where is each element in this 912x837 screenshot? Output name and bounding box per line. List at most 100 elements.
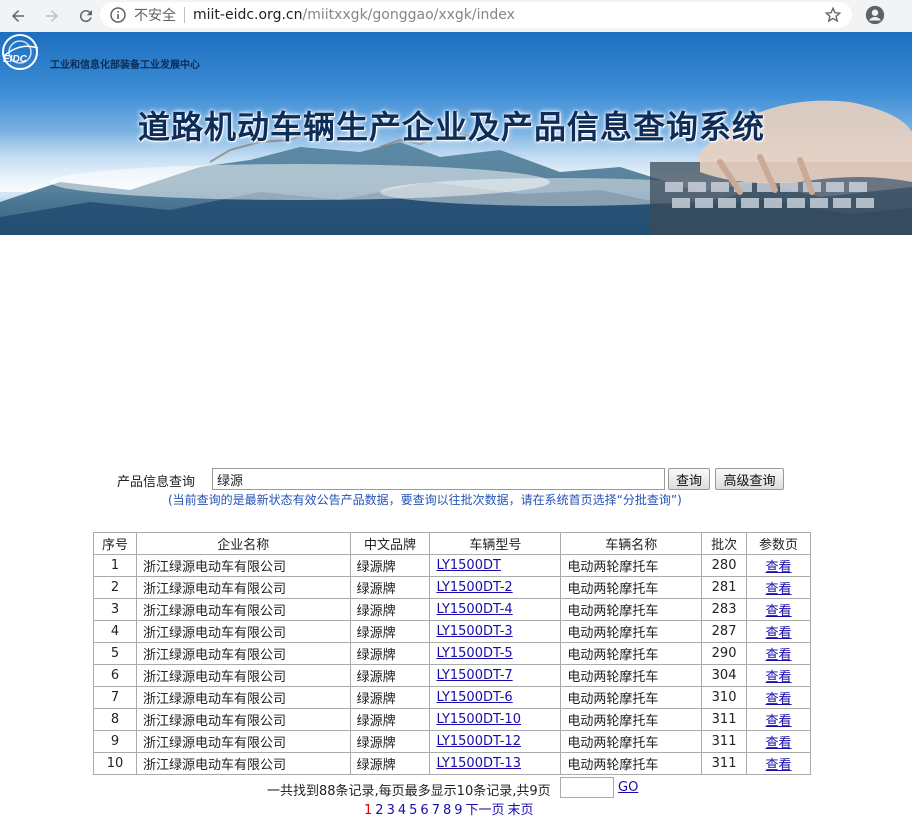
params-cell: 查看 (746, 686, 811, 709)
table-row: 3 浙江绿源电动车有限公司 绿源牌 LY1500DT-4 电动两轮摩托车 283 查看 (93, 598, 811, 621)
table-row: 9 浙江绿源电动车有限公司 绿源牌 LY1500DT-12 电动两轮摩托车 311 查看 (93, 730, 811, 753)
model-link[interactable]: LY1500DT-7 (436, 668, 512, 683)
model-link[interactable]: LY1500DT-10 (436, 712, 521, 727)
brand-cell: 绿源牌 (349, 708, 431, 731)
model-link[interactable]: LY1500DT-5 (436, 646, 512, 661)
row-index: 3 (93, 598, 137, 621)
view-params-link[interactable]: 查看 (766, 560, 792, 575)
header-brand: 中文品牌 (349, 532, 431, 555)
table-row: 7 浙江绿源电动车有限公司 绿源牌 LY1500DT-6 电动两轮摩托车 310 查看 (93, 686, 811, 709)
address-bar[interactable]: 不安全 miit-eidc.org.cn/miitxxgk/gonggao/xx… (100, 2, 852, 28)
model-cell: LY1500DT-7 (429, 664, 562, 687)
params-cell: 查看 (746, 576, 811, 599)
system-title: 道路机动车辆生产企业及产品信息查询系统 (138, 108, 766, 146)
brand-cell: 绿源牌 (349, 620, 431, 643)
model-link[interactable]: LY1500DT-13 (436, 756, 521, 771)
browser-toolbar: 不安全 miit-eidc.org.cn/miitxxgk/gonggao/xx… (0, 0, 912, 32)
search-input[interactable] (212, 468, 665, 490)
params-cell: 查看 (746, 708, 811, 731)
page-link-7[interactable]: 7 (432, 803, 440, 818)
view-params-link[interactable]: 查看 (766, 670, 792, 685)
page-link-2[interactable]: 2 (375, 803, 383, 818)
vehicle-name-cell: 电动两轮摩托车 (560, 752, 703, 775)
view-params-link[interactable]: 查看 (766, 736, 792, 751)
query-button[interactable]: 查询 (668, 468, 710, 490)
vehicle-name-cell: 电动两轮摩托车 (560, 664, 703, 687)
model-cell: LY1500DT-13 (429, 752, 562, 775)
page-link-3[interactable]: 3 (387, 803, 395, 818)
model-cell: LY1500DT-6 (429, 686, 562, 709)
bookmark-star-icon[interactable] (824, 6, 842, 24)
table-row: 1 浙江绿源电动车有限公司 绿源牌 LY1500DT 电动两轮摩托车 280 查看 (93, 554, 811, 577)
company-cell: 浙江绿源电动车有限公司 (135, 686, 351, 709)
view-params-link[interactable]: 查看 (766, 582, 792, 597)
model-link[interactable]: LY1500DT-2 (436, 580, 512, 595)
vehicle-name-cell: 电动两轮摩托车 (560, 642, 703, 665)
model-link[interactable]: LY1500DT-4 (436, 602, 512, 617)
batch-cell: 283 (701, 598, 748, 621)
pager-summary: 一共找到88条记录,每页最多显示10条记录,共9页 (267, 784, 551, 799)
next-page-link[interactable]: 下一页 (466, 803, 505, 818)
search-hint: (当前查询的是最新状态有效公告产品数据，要查询以往批次数据，请在系统首页选择“分… (168, 493, 682, 507)
back-arrow-icon[interactable] (6, 4, 30, 28)
model-cell: LY1500DT-10 (429, 708, 562, 731)
search-row: 产品信息查询 查询 高级查询 (0, 467, 912, 491)
reload-icon[interactable] (74, 4, 98, 28)
last-page-link[interactable]: 末页 (508, 803, 534, 818)
batch-cell: 304 (701, 664, 748, 687)
view-params-link[interactable]: 查看 (766, 758, 792, 773)
model-link[interactable]: LY1500DT-6 (436, 690, 512, 705)
batch-cell: 311 (701, 752, 748, 775)
model-cell: LY1500DT-3 (429, 620, 562, 643)
vehicle-name-cell: 电动两轮摩托车 (560, 730, 703, 753)
header-model: 车辆型号 (429, 532, 562, 555)
row-index: 4 (93, 620, 137, 643)
batch-cell: 310 (701, 686, 748, 709)
header-index: 序号 (93, 532, 137, 555)
row-index: 9 (93, 730, 137, 753)
view-params-link[interactable]: 查看 (766, 714, 792, 729)
table-row: 8 浙江绿源电动车有限公司 绿源牌 LY1500DT-10 电动两轮摩托车 311 查看 (93, 708, 811, 731)
view-params-link[interactable]: 查看 (766, 692, 792, 707)
vehicle-name-cell: 电动两轮摩托车 (560, 598, 703, 621)
page-link-1[interactable]: 1 (364, 803, 372, 818)
params-cell: 查看 (746, 620, 811, 643)
company-cell: 浙江绿源电动车有限公司 (135, 620, 351, 643)
url-path: /miitxxgk/gonggao/xxgk/index (302, 7, 515, 23)
batch-cell: 280 (701, 554, 748, 577)
params-cell: 查看 (746, 730, 811, 753)
page-number-input[interactable] (560, 777, 614, 798)
page-link-5[interactable]: 5 (409, 803, 417, 818)
page-link-4[interactable]: 4 (398, 803, 406, 818)
view-params-link[interactable]: 查看 (766, 604, 792, 619)
header-params: 参数页 (746, 532, 811, 555)
go-link[interactable]: GO (618, 780, 638, 795)
view-params-link[interactable]: 查看 (766, 648, 792, 663)
page-link-6[interactable]: 6 (420, 803, 428, 818)
account-icon[interactable] (864, 4, 886, 26)
info-icon[interactable] (110, 7, 126, 23)
org-name: 工业和信息化部装备工业发展中心 (50, 60, 200, 71)
brand-cell: 绿源牌 (349, 576, 431, 599)
company-cell: 浙江绿源电动车有限公司 (135, 598, 351, 621)
model-link[interactable]: LY1500DT-3 (436, 624, 512, 639)
model-cell: LY1500DT-2 (429, 576, 562, 599)
vehicle-name-cell: 电动两轮摩托车 (560, 576, 703, 599)
model-link[interactable]: LY1500DT (436, 558, 501, 573)
model-link[interactable]: LY1500DT-12 (436, 734, 521, 749)
row-index: 1 (93, 554, 137, 577)
page-link-8[interactable]: 8 (443, 803, 451, 818)
brand-cell: 绿源牌 (349, 664, 431, 687)
eidc-logo: EIDC (2, 34, 39, 70)
company-cell: 浙江绿源电动车有限公司 (135, 576, 351, 599)
search-label: 产品信息查询 (117, 475, 196, 490)
vehicle-name-cell: 电动两轮摩托车 (560, 686, 703, 709)
brand-cell: 绿源牌 (349, 554, 431, 577)
view-params-link[interactable]: 查看 (766, 626, 792, 641)
insecure-label: 不安全 (134, 8, 176, 24)
brand-cell: 绿源牌 (349, 642, 431, 665)
advanced-query-button[interactable]: 高级查询 (715, 468, 784, 490)
row-index: 5 (93, 642, 137, 665)
forward-arrow-icon[interactable] (40, 4, 64, 28)
page-link-9[interactable]: 9 (454, 803, 462, 818)
